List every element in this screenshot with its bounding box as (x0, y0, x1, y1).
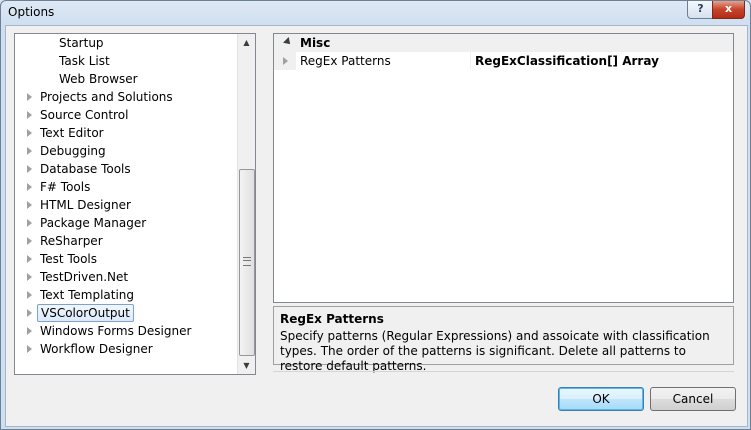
expand-icon[interactable] (27, 201, 32, 209)
tree-item-label: Test Tools (40, 252, 98, 266)
tree-scrollbar[interactable]: ▲ ▼ (237, 34, 255, 374)
expand-icon[interactable] (27, 219, 32, 227)
tree-item[interactable]: Test Tools (15, 250, 237, 268)
tree-item[interactable]: Startup (15, 34, 237, 52)
tree-item-label: Startup (59, 36, 104, 50)
column-divider[interactable] (470, 52, 471, 70)
tree-item-label: Debugging (40, 144, 106, 158)
property-row[interactable]: RegEx Patterns RegExClassification[] Arr… (274, 52, 733, 70)
grip-icon (243, 257, 251, 266)
expand-icon[interactable] (27, 273, 32, 281)
tree-item[interactable]: Text Templating (15, 286, 237, 304)
tree-item-label: Projects and Solutions (40, 90, 173, 104)
expand-icon[interactable] (27, 129, 32, 137)
tree-item[interactable]: F# Tools (15, 178, 237, 196)
collapse-icon[interactable] (283, 37, 293, 47)
options-tree: Startup Task List Web Browser Projects and … (14, 33, 256, 375)
close-button[interactable]: x (712, 1, 745, 19)
expand-icon[interactable] (27, 327, 32, 335)
category-row[interactable]: Misc (274, 34, 733, 52)
tree-item-label: Text Templating (40, 288, 135, 302)
category-label: Misc (300, 36, 331, 50)
tree-item-label: ReSharper (40, 234, 103, 248)
expand-icon[interactable] (27, 291, 32, 299)
tree-item-label: HTML Designer (40, 198, 131, 212)
tree-item[interactable]: Web Browser (15, 70, 237, 88)
tree-item[interactable]: Debugging (15, 142, 237, 160)
expand-icon[interactable] (27, 255, 32, 263)
expand-icon[interactable] (27, 165, 32, 173)
cancel-button[interactable]: Cancel (650, 387, 736, 411)
help-button[interactable]: ? (687, 1, 714, 19)
expand-icon[interactable] (27, 237, 32, 245)
tree-item-label: Database Tools (40, 162, 131, 176)
dialog-body: Startup Task List Web Browser Projects and … (5, 25, 748, 427)
tree-item-label: Web Browser (59, 72, 138, 86)
tree-item[interactable]: Text Editor (15, 124, 237, 142)
property-value[interactable]: RegExClassification[] Array (475, 54, 659, 68)
options-dialog: Options ? x Startup Task List Web Browser P… (0, 0, 751, 430)
tree-item[interactable]: HTML Designer (15, 196, 237, 214)
tree-item-label: TestDriven.Net (40, 270, 129, 284)
scroll-thumb[interactable] (239, 169, 255, 356)
scroll-up-icon[interactable]: ▲ (238, 34, 255, 51)
close-icon: x (724, 2, 733, 15)
expand-icon[interactable] (27, 309, 32, 317)
expand-icon[interactable] (27, 345, 32, 353)
tree-list: Startup Task List Web Browser Projects and … (15, 34, 237, 374)
tree-item-label: VSColorOutput (37, 304, 134, 322)
tree-item-label: Task List (59, 54, 110, 68)
tree-item-label: Package Manager (40, 216, 147, 230)
tree-item[interactable]: Windows Forms Designer (15, 322, 237, 340)
tree-item[interactable]: Package Manager (15, 214, 237, 232)
property-name: RegEx Patterns (300, 54, 391, 68)
window-title: Options (8, 5, 55, 19)
tree-item-label: Workflow Designer (40, 342, 153, 356)
separator (273, 371, 734, 372)
tree-item[interactable]: Workflow Designer (15, 340, 237, 358)
property-grid: Misc RegEx Patterns RegExClassification[… (273, 33, 734, 303)
scroll-down-icon[interactable]: ▼ (238, 357, 255, 374)
expand-icon[interactable] (27, 147, 32, 155)
expand-icon[interactable] (27, 93, 32, 101)
tree-item[interactable]: TestDriven.Net (15, 268, 237, 286)
tree-item[interactable]: VSColorOutput (15, 304, 237, 322)
tree-item[interactable]: Projects and Solutions (15, 88, 237, 106)
tree-item-label: Text Editor (40, 126, 104, 140)
description-title: RegEx Patterns (280, 312, 384, 326)
tree-item[interactable]: Source Control (15, 106, 237, 124)
expand-icon[interactable] (27, 183, 32, 191)
tree-item-label: Windows Forms Designer (40, 324, 192, 338)
tree-item-label: F# Tools (40, 180, 91, 194)
description-pane: RegEx Patterns Specify patterns (Regular… (273, 306, 734, 373)
description-text: Specify patterns (Regular Expressions) a… (280, 329, 710, 373)
title-bar[interactable]: Options ? x (1, 1, 750, 25)
tree-item[interactable]: Database Tools (15, 160, 237, 178)
tree-item[interactable]: Task List (15, 52, 237, 70)
tree-item[interactable]: ReSharper (15, 232, 237, 250)
ok-button[interactable]: OK (558, 387, 644, 411)
expand-icon[interactable] (27, 111, 32, 119)
expand-icon[interactable] (283, 57, 288, 65)
tree-item-label: Source Control (40, 108, 129, 122)
